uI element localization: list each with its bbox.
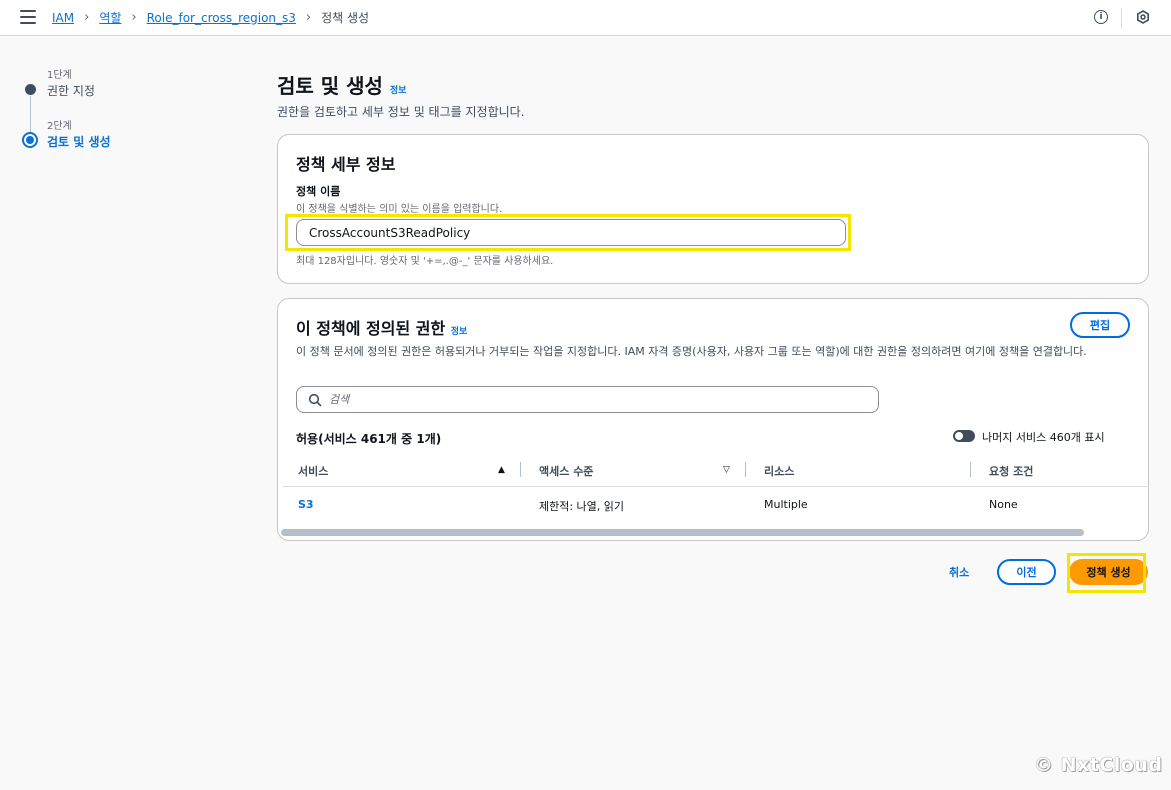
permissions-info-link[interactable]: 정보 [451,327,468,337]
show-remaining-toggle[interactable] [953,430,975,442]
step-connector [30,96,31,132]
chevron-right-icon: › [84,10,90,25]
policy-details-title: 정책 세부 정보 [296,155,396,174]
resource-cell: Multiple [764,498,808,511]
watermark: © NxtCloud [1034,754,1163,776]
policy-name-constraint: 최대 128자입니다. 영숫자 및 '+=,.@-_' 문자를 사용하세요. [296,256,554,267]
chevron-right-icon: › [131,10,137,25]
step-1-label[interactable]: 권한 지정 [47,80,95,99]
column-separator [520,462,521,477]
column-separator [745,462,746,477]
allow-section-title: 허용(서비스 461개 중 1개) [296,432,442,446]
create-policy-button[interactable]: 정책 생성 [1069,559,1148,585]
permissions-title: 이 정책에 정의된 권한 정보 [296,319,468,338]
policy-name-input[interactable] [296,219,846,246]
access-level-cell: 제한적: 나열, 읽기 [539,500,625,513]
sort-ascending-icon[interactable]: ▲ [498,465,505,475]
hamburger-menu-icon[interactable] [20,10,36,24]
horizontal-scrollbar[interactable] [281,529,1084,536]
service-link-s3[interactable]: S3 [298,498,314,511]
breadcrumb-roles[interactable]: 역할 [99,9,121,26]
request-condition-cell: None [989,498,1018,511]
column-header-service[interactable]: 서비스 [298,463,328,479]
info-icon[interactable]: i [1094,10,1108,24]
cancel-button[interactable]: 취소 [949,564,969,580]
column-header-request-condition[interactable]: 요청 조건 [989,463,1033,479]
divider [1121,8,1122,28]
chevron-right-icon: › [305,10,312,25]
search-field[interactable] [296,386,879,413]
top-navigation-bar: IAM › 역할 › Role_for_cross_region_s3 › 정책… [0,0,1171,36]
breadcrumb: IAM › 역할 › Role_for_cross_region_s3 › 정책… [52,9,369,26]
search-icon [308,393,322,407]
table-divider [283,486,1149,487]
toggle-label: 나머지 서비스 460개 표시 [982,431,1105,444]
step-2-label: 검토 및 생성 [47,135,111,149]
page-title: 검토 및 생성 정보 [277,74,407,98]
step-1-indicator [25,84,36,95]
column-separator [970,462,971,477]
policy-name-label: 정책 이름 [296,185,341,198]
breadcrumb-current: 정책 생성 [321,11,370,25]
breadcrumb-role-name[interactable]: Role_for_cross_region_s3 [147,11,296,25]
column-header-access-level[interactable]: 액세스 수준 [539,463,593,479]
permissions-description: 이 정책 문서에 정의된 권한은 허용되거나 거부되는 작업을 지정합니다. I… [296,345,1087,358]
sort-descending-icon[interactable]: ▽ [723,465,730,475]
previous-button[interactable]: 이전 [997,559,1056,585]
step-2-indicator [22,132,38,148]
info-link[interactable]: 정보 [390,86,407,96]
breadcrumb-iam[interactable]: IAM [52,11,74,25]
page-description: 권한을 검토하고 세부 정보 및 태그를 지정합니다. [277,105,525,119]
settings-icon[interactable] [1136,10,1150,24]
column-header-resource[interactable]: 리소스 [764,463,794,479]
policy-name-description: 이 정책을 식별하는 의미 있는 이름을 입력합니다. [296,204,503,215]
edit-button[interactable]: 편집 [1070,312,1130,338]
search-input[interactable] [329,389,869,410]
